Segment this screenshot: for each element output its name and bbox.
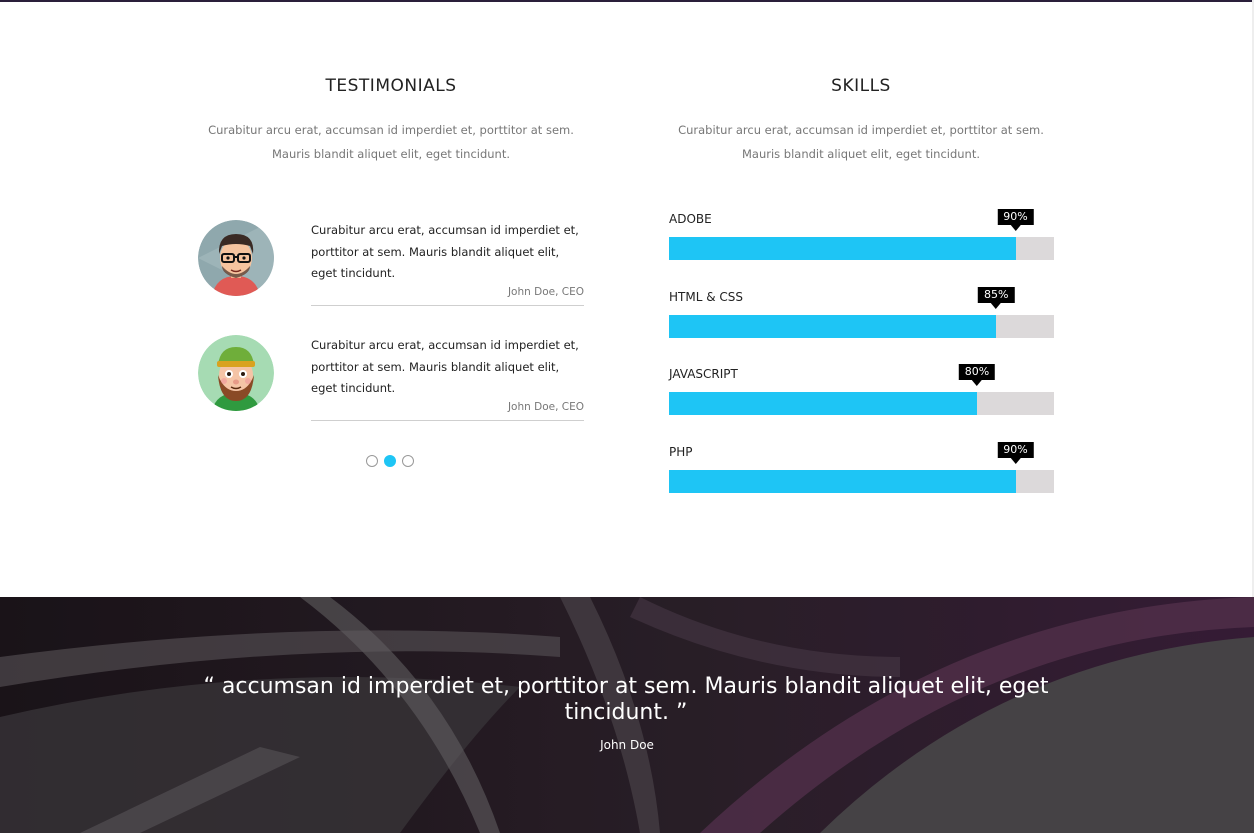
testimonial-text: Curabitur arcu erat, accumsan id imperdi… bbox=[311, 223, 579, 280]
skill-percent-badge: 85% bbox=[978, 287, 1015, 309]
testimonial-author: John Doe, CEO bbox=[507, 400, 584, 413]
testimonial-body: Curabitur arcu erat, accumsan id imperdi… bbox=[311, 220, 584, 306]
top-border bbox=[0, 0, 1254, 2]
skills-intro-line-1: Curabitur arcu erat, accumsan id imperdi… bbox=[678, 123, 1044, 137]
banner-quote-text: “ accumsan id imperdiet et, porttitor at… bbox=[203, 674, 1049, 725]
skills-title: SKILLS bbox=[831, 76, 891, 96]
skill-progress-fill bbox=[669, 470, 1016, 493]
skill-progress-track bbox=[669, 392, 1054, 415]
skill-adobe: ADOBE 90% bbox=[669, 209, 1054, 272]
pagination-dot-2[interactable] bbox=[384, 455, 396, 467]
skill-percent-badge: 90% bbox=[997, 209, 1034, 231]
testimonial-author: John Doe, CEO bbox=[507, 285, 584, 298]
testimonial-text: Curabitur arcu erat, accumsan id imperdi… bbox=[311, 338, 579, 395]
skill-php: PHP 90% bbox=[669, 442, 1054, 505]
skill-name: HTML & CSS bbox=[669, 290, 743, 304]
skill-progress-track bbox=[669, 470, 1054, 493]
testimonials-intro-line-1: Curabitur arcu erat, accumsan id imperdi… bbox=[208, 123, 574, 137]
testimonials-intro-line-2: Mauris blandit aliquet elit, eget tincid… bbox=[271, 147, 511, 161]
testimonial-divider bbox=[311, 419, 584, 421]
skill-html-css: HTML & CSS 85% bbox=[669, 287, 1054, 350]
testimonial-divider bbox=[311, 304, 584, 306]
quote-banner: “ accumsan id imperdiet et, porttitor at… bbox=[0, 597, 1254, 833]
skill-progress-fill bbox=[669, 237, 1016, 260]
banner-quote-author: John Doe bbox=[600, 738, 654, 752]
testimonials-title: TESTIMONIALS bbox=[325, 76, 457, 96]
skill-percent-badge: 80% bbox=[958, 364, 996, 386]
skill-percent-badge: 90% bbox=[997, 442, 1034, 464]
testimonial-pagination bbox=[366, 455, 414, 467]
skill-name: ADOBE bbox=[669, 212, 712, 226]
man-with-glasses-avatar bbox=[198, 220, 274, 296]
skill-progress-track bbox=[669, 237, 1054, 260]
skills-intro-line-2: Mauris blandit aliquet elit, eget tincid… bbox=[741, 147, 981, 161]
testimonial-body: Curabitur arcu erat, accumsan id imperdi… bbox=[311, 335, 584, 421]
pagination-dot-3[interactable] bbox=[402, 455, 414, 467]
skills-intro: Curabitur arcu erat, accumsan id imperdi… bbox=[661, 118, 1061, 166]
testimonials-intro: Curabitur arcu erat, accumsan id imperdi… bbox=[191, 118, 591, 166]
skill-javascript: JAVASCRIPT 80% bbox=[669, 364, 1054, 427]
bearded-man-with-cap-avatar bbox=[198, 335, 274, 411]
skill-name: JAVASCRIPT bbox=[669, 367, 738, 381]
skill-progress-fill bbox=[669, 392, 977, 415]
pagination-dot-1[interactable] bbox=[366, 455, 378, 467]
skill-progress-track bbox=[669, 315, 1054, 338]
skill-name: PHP bbox=[669, 445, 693, 459]
skill-progress-fill bbox=[669, 315, 997, 338]
